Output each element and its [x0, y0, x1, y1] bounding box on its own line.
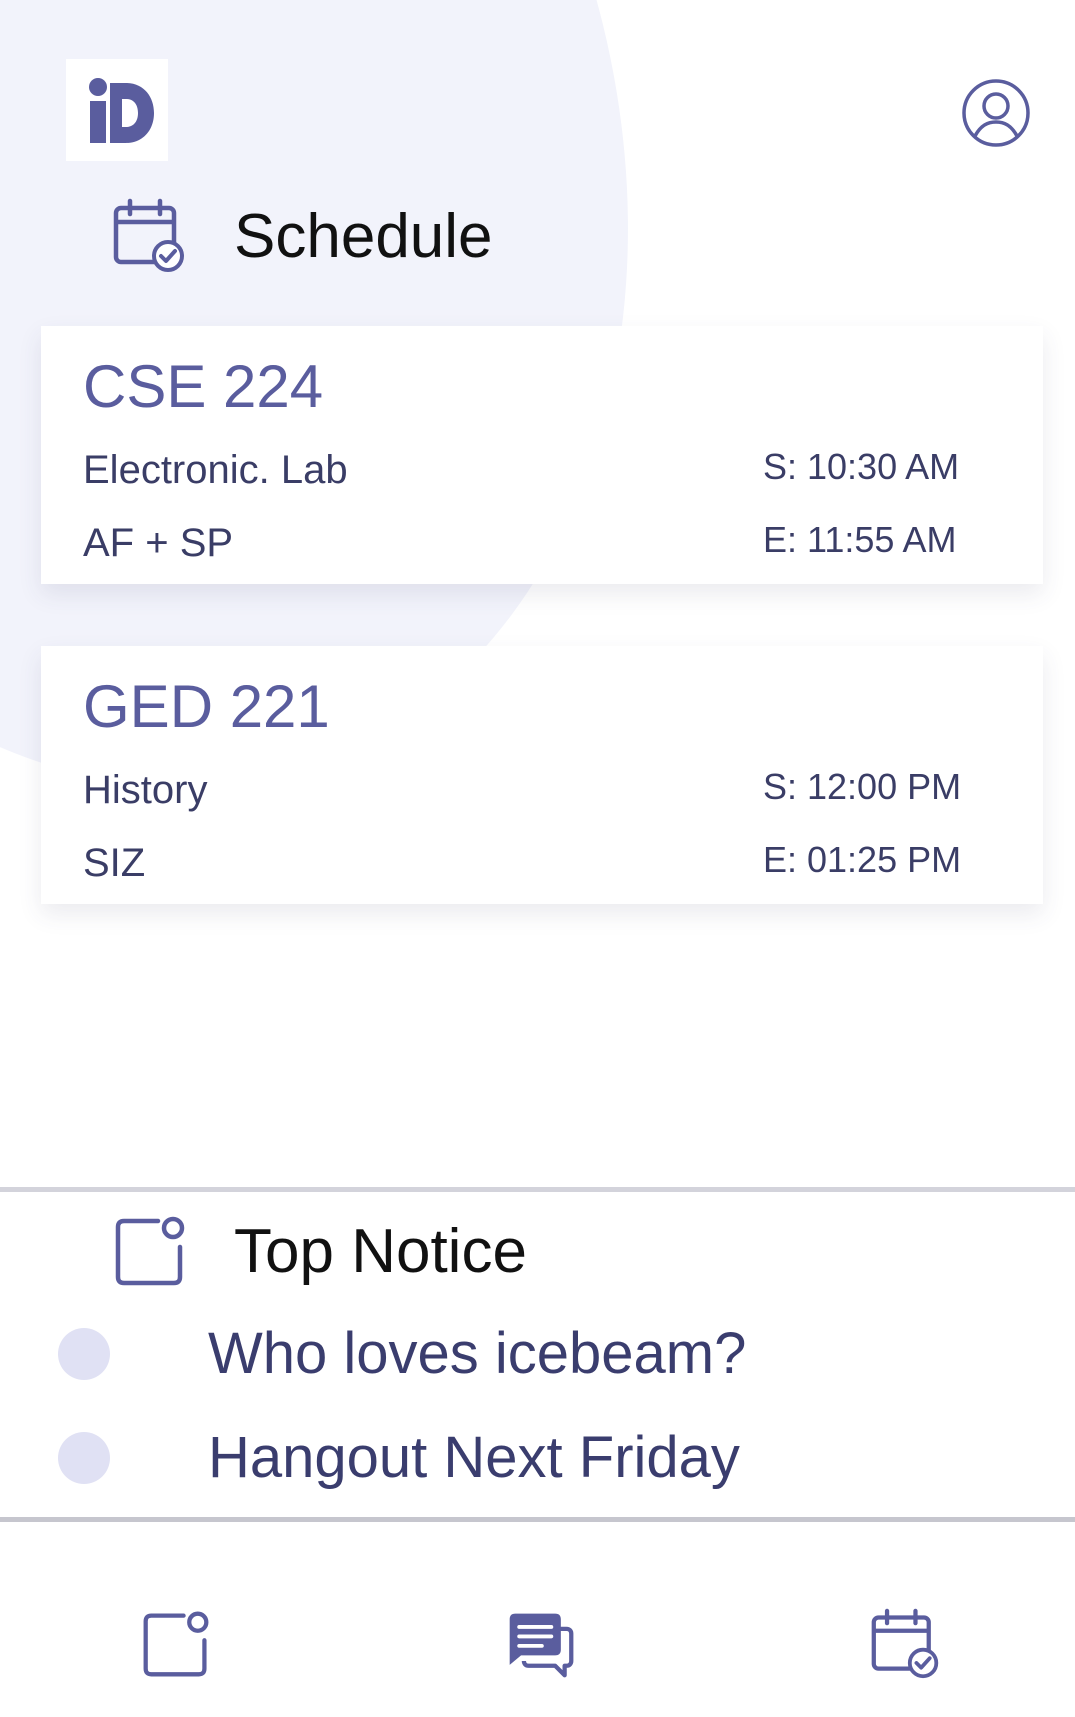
app-logo	[66, 59, 168, 161]
notice-text: Hangout Next Friday	[208, 1425, 740, 1490]
start-time: S: 10:30 AM	[763, 446, 960, 487]
schedule-header: Schedule	[112, 198, 493, 274]
chat-bubbles-icon	[509, 1613, 574, 1678]
logo-mark	[89, 78, 154, 143]
nav-notice-button[interactable]	[136, 1604, 216, 1684]
calendar-check-icon	[113, 198, 184, 272]
user-circle-icon	[962, 79, 1030, 147]
course-name: History	[83, 768, 208, 812]
notice-card-icon	[143, 1611, 209, 1677]
calendar-check-icon	[871, 1608, 939, 1679]
notice-card-icon	[115, 1216, 185, 1286]
class-card[interactable]: CSE 224 Electronic. Lab AF + SP S: 10:30…	[41, 326, 1043, 584]
end-time: E: 11:55 AM	[763, 519, 957, 560]
course-instructor: AF + SP	[83, 521, 234, 565]
course-code: CSE 224	[83, 353, 324, 420]
end-time: E: 01:25 PM	[763, 839, 962, 880]
nav-chat-button[interactable]	[500, 1604, 580, 1684]
notice-header: Top Notice	[112, 1213, 527, 1289]
notice-item[interactable]: Hangout Next Friday	[58, 1424, 740, 1491]
class-card[interactable]: GED 221 History SIZ S: 12:00 PM E: 01:25…	[41, 646, 1043, 904]
notice-bullet	[58, 1327, 110, 1380]
notice-text: Who loves icebeam?	[208, 1321, 747, 1386]
notice-title: Top Notice	[234, 1216, 527, 1286]
notice-bullet	[58, 1431, 110, 1484]
course-name: Electronic. Lab	[83, 448, 348, 492]
bottom-nav	[0, 1522, 1075, 1717]
course-instructor: SIZ	[83, 841, 146, 885]
start-time: S: 12:00 PM	[763, 766, 962, 807]
notice-item[interactable]: Who loves icebeam?	[58, 1320, 746, 1387]
nav-schedule-button[interactable]	[866, 1604, 946, 1684]
course-code: GED 221	[83, 673, 330, 740]
profile-button[interactable]	[961, 78, 1031, 148]
schedule-title: Schedule	[234, 201, 493, 271]
